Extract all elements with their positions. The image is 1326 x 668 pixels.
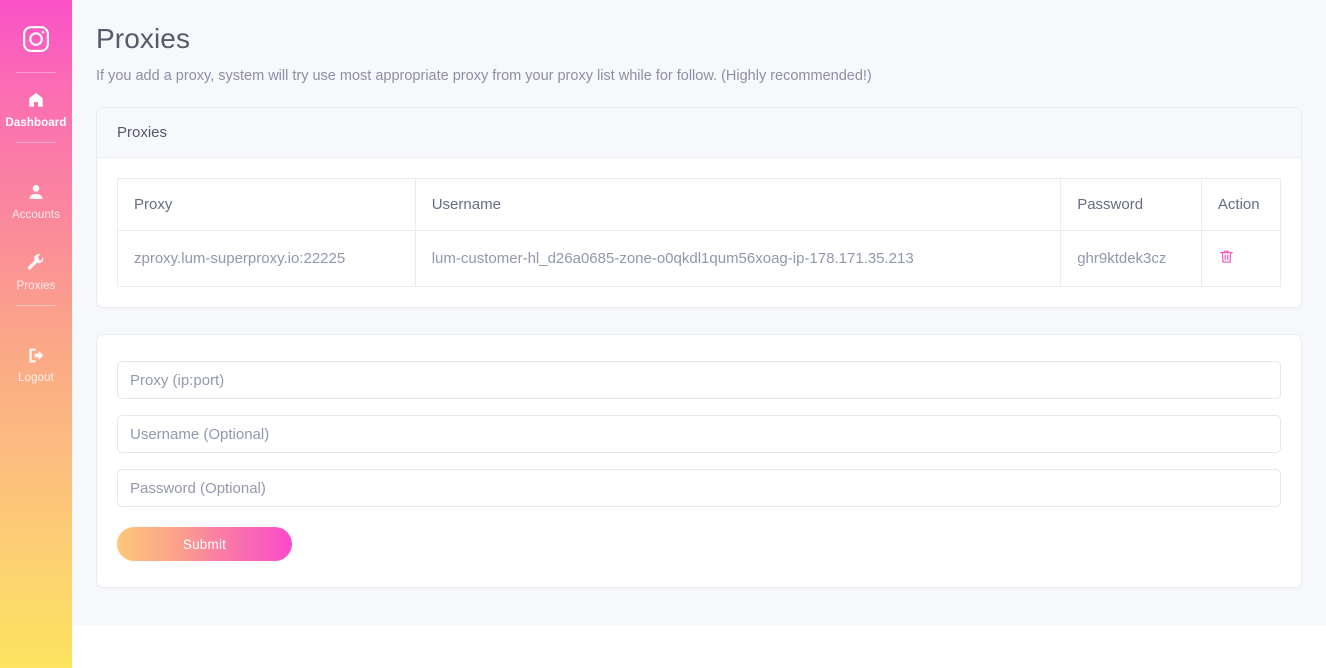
column-header-username: Username [414, 178, 1062, 231]
proxy-input[interactable] [117, 361, 1281, 399]
app-root: Dashboard Accounts Proxies Logout Proxie… [0, 0, 1326, 668]
add-proxy-form: Submit [97, 335, 1301, 587]
submit-button[interactable]: Submit [117, 527, 292, 561]
password-input[interactable] [117, 469, 1281, 507]
wrench-icon [26, 252, 46, 274]
cell-proxy: zproxy.lum-superproxy.io:22225 [117, 230, 416, 287]
proxies-list-card: Proxies Proxy Username Password Action z… [96, 107, 1302, 308]
column-header-password: Password [1060, 178, 1202, 231]
username-input[interactable] [117, 415, 1281, 453]
sign-out-icon [26, 344, 47, 366]
proxies-table-head: Proxy Username Password Action [117, 178, 1282, 231]
app-logo [0, 16, 72, 66]
sidebar-divider-3 [16, 305, 56, 306]
sidebar-divider-1 [16, 72, 56, 73]
main-content: Proxies If you add a proxy, system will … [72, 0, 1326, 668]
page-subtitle: If you add a proxy, system will try use … [96, 68, 872, 84]
delete-proxy-button[interactable] [1218, 248, 1235, 268]
column-header-proxy: Proxy [117, 178, 416, 231]
instagram-logo-icon [21, 24, 51, 59]
sidebar-item-label: Accounts [11, 209, 61, 221]
sidebar-item-accounts[interactable]: Accounts [0, 171, 72, 228]
sidebar-item-label: Proxies [16, 280, 56, 292]
user-icon [26, 181, 46, 203]
content-wrapper: Proxies If you add a proxy, system will … [72, 0, 1326, 588]
sidebar: Dashboard Accounts Proxies Logout [0, 0, 72, 668]
table-row: zproxy.lum-superproxy.io:22225 lum-custo… [117, 230, 1282, 287]
proxies-card-body: Proxy Username Password Action zproxy.lu… [97, 158, 1301, 307]
sidebar-divider-2 [16, 142, 56, 143]
table-header-row: Proxy Username Password Action [117, 178, 1282, 231]
proxies-table: Proxy Username Password Action zproxy.lu… [117, 178, 1282, 287]
home-icon [26, 89, 46, 111]
sidebar-item-label: Dashboard [5, 117, 67, 129]
cell-username: lum-customer-hl_d26a0685-zone-o0qkdl1qum… [414, 230, 1062, 287]
sidebar-item-label: Logout [18, 372, 54, 384]
trash-icon [1218, 248, 1235, 268]
page-title: Proxies [96, 23, 191, 54]
proxies-card-header: Proxies [97, 108, 1301, 158]
add-proxy-card: Submit [96, 334, 1302, 588]
proxies-table-body: zproxy.lum-superproxy.io:22225 lum-custo… [117, 230, 1282, 287]
sidebar-item-logout[interactable]: Logout [0, 334, 72, 391]
cell-password: ghr9ktdek3cz [1060, 230, 1202, 287]
sidebar-item-dashboard[interactable]: Dashboard [0, 79, 72, 136]
column-header-action: Action [1200, 178, 1282, 231]
cell-action [1200, 230, 1282, 287]
sidebar-item-proxies[interactable]: Proxies [0, 242, 72, 299]
